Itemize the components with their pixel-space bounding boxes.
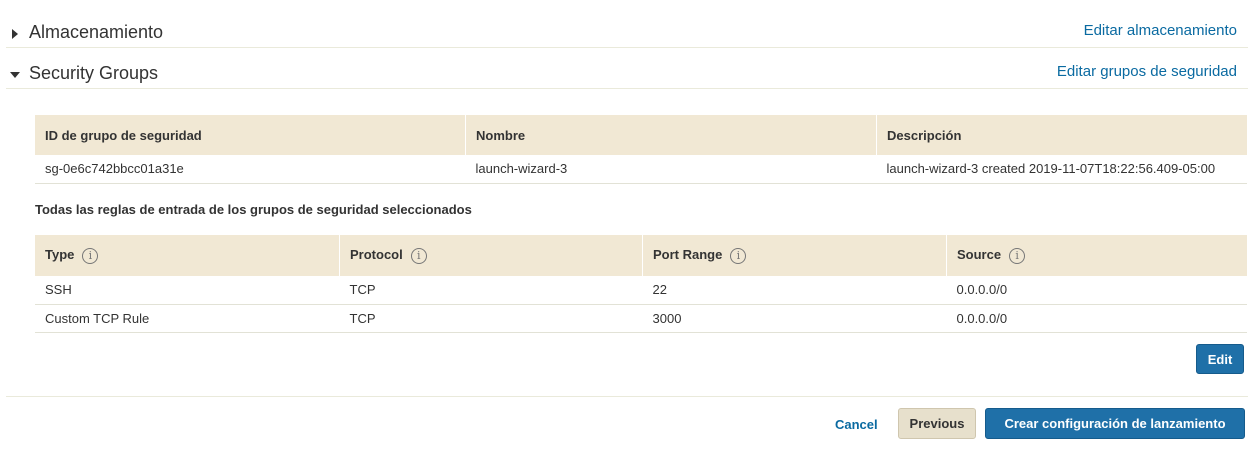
cell-protocol: TCP [339, 276, 643, 305]
section-divider [6, 47, 1248, 48]
column-header-protocol: Protocol i [339, 235, 643, 276]
collapse-triangle-icon[interactable] [10, 72, 20, 78]
edit-button[interactable]: Edit [1196, 344, 1244, 374]
info-icon[interactable]: i [1009, 247, 1026, 264]
create-launch-configuration-button[interactable]: Crear configuración de lanzamiento [985, 408, 1245, 439]
expand-triangle-icon[interactable] [12, 29, 18, 39]
info-icon[interactable]: i [82, 247, 99, 264]
info-icon[interactable]: i [410, 247, 427, 264]
cell-type: Custom TCP Rule [35, 304, 340, 333]
table-header-row: Type i Protocol i Port Range i Source i [35, 235, 1247, 276]
column-header-description: Descripción [876, 115, 1247, 155]
cell-group-id: sg-0e6c742bbcc01a31e [35, 155, 466, 184]
cell-type: SSH [35, 276, 340, 305]
info-icon[interactable]: i [730, 247, 747, 264]
previous-button[interactable]: Previous [898, 408, 976, 439]
edit-storage-link[interactable]: Editar almacenamiento [1084, 22, 1237, 39]
table-header-row: ID de grupo de seguridad Nombre Descripc… [35, 115, 1247, 155]
column-header-port-range: Port Range i [642, 235, 947, 276]
security-groups-section-header[interactable]: Security Groups Editar grupos de segurid… [0, 63, 1258, 89]
inbound-rules-table: Type i Protocol i Port Range i Source i SSH … [35, 235, 1247, 333]
cell-group-name: launch-wizard-3 [465, 155, 877, 184]
table-row[interactable]: Custom TCP Rule TCP 3000 0.0.0.0/0 [35, 304, 1247, 333]
cell-port-range: 3000 [642, 304, 947, 333]
cell-protocol: TCP [339, 304, 643, 333]
security-groups-table: ID de grupo de seguridad Nombre Descripc… [35, 115, 1247, 184]
section-divider [6, 88, 1248, 89]
cell-group-description: launch-wizard-3 created 2019-11-07T18:22… [876, 155, 1247, 184]
cancel-button[interactable]: Cancel [835, 417, 878, 432]
cell-port-range: 22 [642, 276, 947, 305]
column-header-type: Type i [35, 235, 340, 276]
column-header-source-label: Source [957, 247, 1002, 263]
column-header-protocol-label: Protocol [350, 247, 403, 263]
footer-divider [6, 396, 1248, 397]
inbound-rules-heading: Todas las reglas de entrada de los grupo… [35, 202, 472, 217]
security-groups-section-title[interactable]: Security Groups [29, 63, 158, 84]
storage-section-header[interactable]: Almacenamiento Editar almacenamiento [0, 22, 1258, 48]
table-row[interactable]: SSH TCP 22 0.0.0.0/0 [35, 276, 1247, 305]
column-header-name: Nombre [465, 115, 877, 155]
column-header-port-range-label: Port Range [653, 247, 723, 263]
column-header-source: Source i [946, 235, 1247, 276]
storage-section-title[interactable]: Almacenamiento [29, 22, 163, 43]
edit-security-groups-link[interactable]: Editar grupos de seguridad [1057, 63, 1237, 80]
cell-source: 0.0.0.0/0 [946, 276, 1247, 305]
cell-source: 0.0.0.0/0 [946, 304, 1247, 333]
table-row[interactable]: sg-0e6c742bbcc01a31e launch-wizard-3 lau… [35, 155, 1247, 184]
column-header-group-id: ID de grupo de seguridad [35, 115, 466, 155]
column-header-type-label: Type [45, 247, 75, 263]
